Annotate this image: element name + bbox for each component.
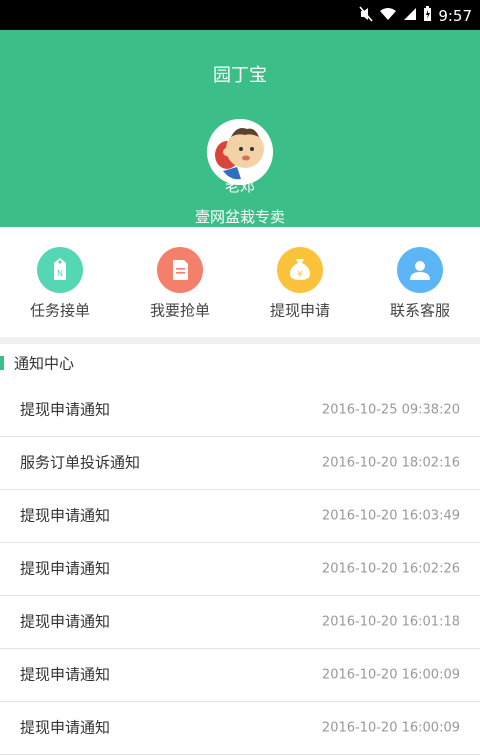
notice-title: 提现申请通知 [20, 559, 111, 578]
notice-time: 2016-10-20 16:02:26 [321, 561, 460, 577]
list-item[interactable]: 提现申请通知 2016-10-20 16:02:26 [0, 543, 480, 596]
app-title: 园丁宝 [213, 65, 267, 86]
user-icon [397, 247, 443, 293]
notice-list: 提现申请通知 2016-10-25 09:38:20 服务订单投诉通知 2016… [0, 384, 480, 755]
notice-title: 提现申请通知 [20, 506, 111, 525]
list-item[interactable]: 提现申请通知 2016-10-20 16:00:09 [0, 702, 480, 755]
action-task-accept[interactable]: N 任务接单 [0, 227, 120, 337]
battery-icon [423, 6, 432, 26]
list-item[interactable]: 服务订单投诉通知 2016-10-20 18:02:16 [0, 437, 480, 490]
notice-time: 2016-10-20 16:01:18 [321, 614, 460, 630]
list-item[interactable]: 提现申请通知 2016-10-20 16:03:49 [0, 490, 480, 543]
notice-title: 提现申请通知 [20, 665, 111, 684]
notice-time: 2016-10-20 18:02:16 [321, 455, 460, 471]
status-icons: 9:57 [359, 6, 472, 26]
profile-header: 园丁宝 老邓 壹网盆栽专卖 [0, 30, 480, 227]
list-item[interactable]: 提现申请通知 2016-10-25 09:38:20 [0, 384, 480, 437]
action-label: 我要抢单 [149, 301, 210, 320]
notice-center-header: 通知中心 [0, 344, 480, 384]
quick-actions: N 任务接单 我要抢单 ¥ 提现申请 联系客服 [0, 227, 480, 337]
action-grab-order[interactable]: 我要抢单 [120, 227, 240, 337]
status-bar: 9:57 [0, 0, 480, 30]
action-label: 提现申请 [269, 301, 330, 320]
notice-time: 2016-10-20 16:03:49 [321, 508, 460, 524]
document-icon [157, 247, 203, 293]
notice-title: 提现申请通知 [20, 718, 111, 737]
action-label: 任务接单 [29, 301, 90, 320]
notice-title: 提现申请通知 [20, 612, 111, 631]
section-divider [0, 337, 480, 344]
svg-text:¥: ¥ [297, 270, 303, 280]
user-name: 老邓 [224, 177, 255, 195]
notice-title: 服务订单投诉通知 [20, 453, 141, 472]
list-item[interactable]: 提现申请通知 2016-10-20 16:01:18 [0, 596, 480, 649]
shop-name: 壹网盆栽专卖 [194, 208, 285, 226]
section-title: 通知中心 [14, 354, 75, 373]
action-label: 联系客服 [389, 301, 450, 320]
clock-time: 9:57 [438, 7, 472, 25]
notice-title: 提现申请通知 [20, 400, 111, 419]
section-accent-bar [0, 356, 4, 370]
list-item[interactable]: 提现申请通知 2016-10-20 16:00:09 [0, 649, 480, 702]
notice-time: 2016-10-20 16:00:09 [321, 720, 460, 736]
signal-icon [403, 7, 417, 25]
notice-time: 2016-10-20 16:00:09 [321, 667, 460, 683]
action-withdraw[interactable]: ¥ 提现申请 [240, 227, 360, 337]
mute-icon [359, 6, 373, 26]
action-contact-support[interactable]: 联系客服 [360, 227, 480, 337]
wifi-icon [379, 7, 397, 25]
notice-time: 2016-10-25 09:38:20 [321, 402, 460, 418]
tag-icon: N [37, 247, 83, 293]
svg-text:N: N [57, 269, 63, 278]
money-bag-icon: ¥ [277, 247, 323, 293]
